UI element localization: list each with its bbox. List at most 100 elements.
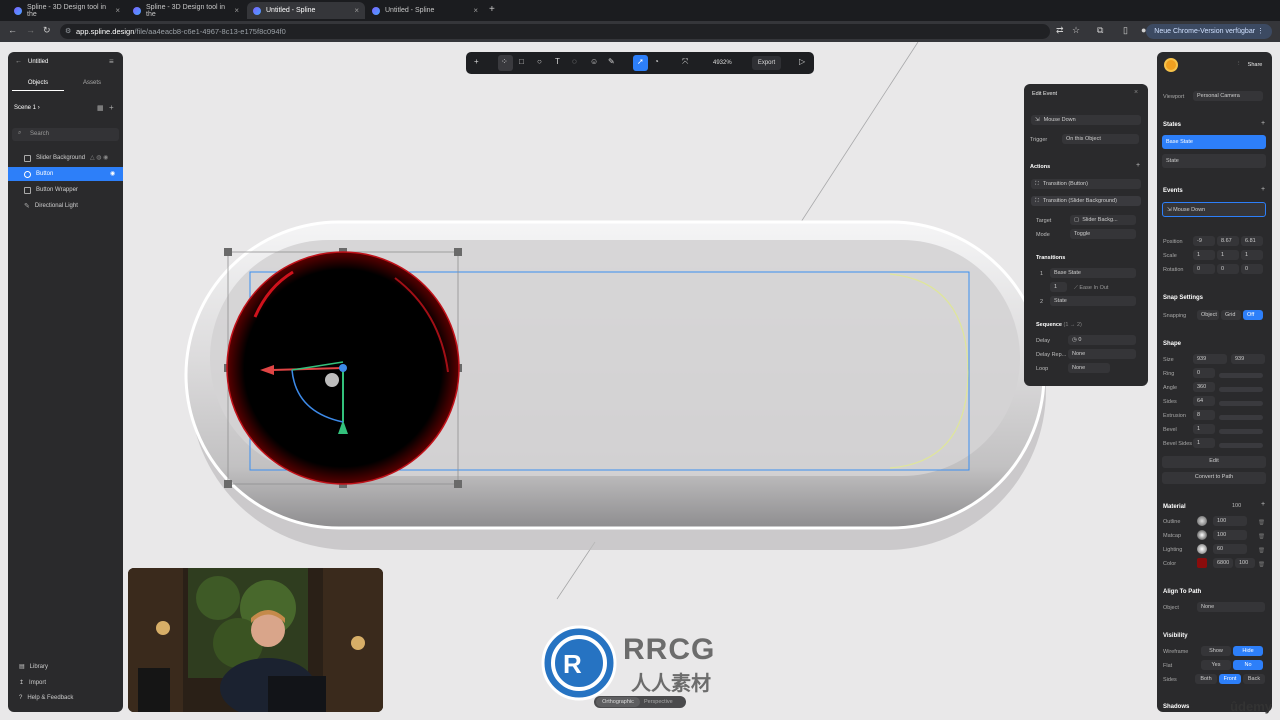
extrusion-slider[interactable] <box>1219 415 1263 420</box>
perspective-option[interactable]: Perspective <box>644 699 673 705</box>
library-link[interactable]: ▤ Library <box>19 663 48 670</box>
object-item-directional-light[interactable]: ✎ Directional Light <box>8 199 123 213</box>
trigger-select[interactable]: On this Object <box>1062 134 1139 144</box>
comment-icon[interactable]: ◔ <box>654 57 659 66</box>
outline-swatch[interactable] <box>1197 516 1207 526</box>
share-button[interactable]: Share <box>1243 59 1267 71</box>
color-opacity[interactable]: 100 <box>1235 558 1255 568</box>
sidebar-icon[interactable]: ▯ <box>1123 25 1128 36</box>
text-tool-icon[interactable]: T <box>555 57 560 66</box>
target-select[interactable]: ▢ Slider Backg... <box>1070 215 1136 225</box>
mode-select[interactable]: Toggle <box>1070 229 1136 239</box>
material-opacity[interactable]: 100 <box>1232 503 1241 509</box>
position-y[interactable]: 8.67 <box>1217 236 1239 246</box>
close-icon[interactable]: × <box>234 6 239 15</box>
zoom-level[interactable]: 4932% <box>713 60 732 66</box>
ring-value[interactable]: 0 <box>1193 368 1215 378</box>
sides-both[interactable]: Both <box>1195 674 1217 684</box>
gizmo-handle[interactable] <box>224 248 232 256</box>
visibility-icon[interactable]: ◉ <box>110 170 115 177</box>
site-info-icon[interactable]: ⚙ <box>65 27 71 35</box>
edit-button[interactable]: Edit <box>1162 456 1266 468</box>
color-swatch[interactable] <box>1197 558 1207 568</box>
play-icon[interactable]: ▷ <box>799 57 805 66</box>
angle-value[interactable]: 360 <box>1193 382 1215 392</box>
rotation-y[interactable]: 0 <box>1217 264 1239 274</box>
sides-value[interactable]: 64 <box>1193 396 1215 406</box>
scale-y[interactable]: 1 <box>1217 250 1239 260</box>
import-link[interactable]: ↥ Import <box>19 679 46 686</box>
transition-state-select[interactable]: State <box>1050 296 1136 306</box>
snap-object[interactable]: Object <box>1197 310 1219 320</box>
angle-slider[interactable] <box>1219 387 1263 392</box>
object-actions-icon[interactable]: △ ◍ ◉ <box>90 154 108 161</box>
menu-icon[interactable]: ≡ <box>109 57 114 66</box>
object-item-slider-background[interactable]: Slider Background △ ◍ ◉ <box>8 151 123 165</box>
help-link[interactable]: ? Help & Feedback <box>19 695 73 701</box>
bevel-sides-slider[interactable] <box>1219 443 1263 448</box>
more-icon[interactable]: ⋮ <box>1236 61 1242 67</box>
search-input[interactable]: ⌕ Search <box>12 128 119 141</box>
event-item[interactable]: ⇲ Mouse Down <box>1162 202 1266 217</box>
transition-state-select[interactable]: Base State <box>1050 268 1136 278</box>
event-type-select[interactable]: ⇲ Mouse Down <box>1031 115 1141 125</box>
add-event-icon[interactable]: + <box>1261 186 1265 193</box>
layer-trash-icons[interactable]: 🗑 🗑 🗑 🗑 <box>1258 516 1265 572</box>
browser-tab[interactable]: Untitled - Spline × <box>366 2 484 19</box>
gizmo-handle[interactable] <box>454 480 462 488</box>
extrusion-value[interactable]: 8 <box>1193 410 1215 420</box>
delay-rep-select[interactable]: None <box>1068 349 1136 359</box>
viewport-select[interactable]: Personal Camera <box>1193 91 1263 101</box>
scale-x[interactable]: 1 <box>1193 250 1215 260</box>
bevel-slider[interactable] <box>1219 429 1263 434</box>
forward-icon[interactable]: → <box>26 25 35 35</box>
select-tool[interactable]: ➚ <box>633 55 648 71</box>
ui-tool-icon[interactable]: ☺ <box>590 57 598 66</box>
gizmo-handle[interactable] <box>224 480 232 488</box>
action-item[interactable]: ⛶ Transition (Button) <box>1031 179 1141 189</box>
action-item-active[interactable]: ⛶ Transition (Slider Background) <box>1031 196 1141 206</box>
ellipse-tool-icon[interactable]: ○ <box>537 57 542 66</box>
export-button[interactable]: Export <box>752 56 781 70</box>
state-base[interactable]: Base State <box>1162 135 1266 149</box>
chrome-update-button[interactable]: Neue Chrome-Version verfügbar ⋮ <box>1146 24 1272 39</box>
duration-field[interactable]: 1 <box>1050 282 1067 292</box>
sides-front[interactable]: Front <box>1219 674 1241 684</box>
new-tab-icon[interactable]: + <box>489 4 495 15</box>
object-item-button-wrapper[interactable]: Button Wrapper <box>8 183 123 197</box>
close-icon[interactable]: × <box>115 6 120 15</box>
back-icon[interactable]: ← <box>8 25 17 35</box>
lighting-value[interactable]: 60 <box>1213 544 1247 554</box>
rectangle-tool-icon[interactable]: □ <box>519 57 524 66</box>
close-icon[interactable]: × <box>1134 89 1138 96</box>
flat-no[interactable]: No <box>1233 660 1263 670</box>
extensions-icon[interactable]: ⧉ <box>1097 25 1103 36</box>
browser-tab[interactable]: Spline - 3D Design tool in the × <box>127 2 245 19</box>
comment-tool-icon[interactable]: ◌ <box>572 57 577 66</box>
url-field[interactable]: ⚙ app.spline.design/file/aa4eacb8-c6e1-4… <box>60 24 1050 39</box>
fullscreen-icon[interactable]: ⤧ <box>682 57 688 67</box>
add-layer-icon[interactable]: + <box>1261 501 1265 508</box>
close-icon[interactable]: × <box>473 6 478 15</box>
back-arrow-icon[interactable]: ← <box>15 58 22 65</box>
tab-objects[interactable]: Objects <box>12 75 64 91</box>
position-z[interactable]: 6.81 <box>1241 236 1263 246</box>
add-icon[interactable]: + <box>109 103 114 112</box>
size-width[interactable]: 939 <box>1193 354 1227 364</box>
bevel-value[interactable]: 1 <box>1193 424 1215 434</box>
close-icon[interactable]: × <box>354 6 359 15</box>
orthographic-option[interactable]: Orthographic <box>596 697 640 707</box>
bevel-sides-value[interactable]: 1 <box>1193 438 1215 448</box>
scale-z[interactable]: 1 <box>1241 250 1263 260</box>
lighting-swatch[interactable] <box>1197 544 1207 554</box>
delay-field[interactable]: ◷ 0 <box>1068 335 1136 345</box>
gizmo-center[interactable] <box>339 364 347 372</box>
pivot-icon[interactable] <box>325 373 339 387</box>
component-tool[interactable]: ⁘ <box>498 55 513 71</box>
rotation-z[interactable]: 0 <box>1241 264 1263 274</box>
add-action-icon[interactable]: + <box>1136 162 1140 169</box>
convert-to-path-button[interactable]: Convert to Path <box>1162 472 1266 484</box>
reload-icon[interactable]: ↻ <box>43 25 51 36</box>
ease-select[interactable]: ⟋ Ease In Out <box>1074 285 1108 292</box>
matcap-swatch[interactable] <box>1197 530 1207 540</box>
